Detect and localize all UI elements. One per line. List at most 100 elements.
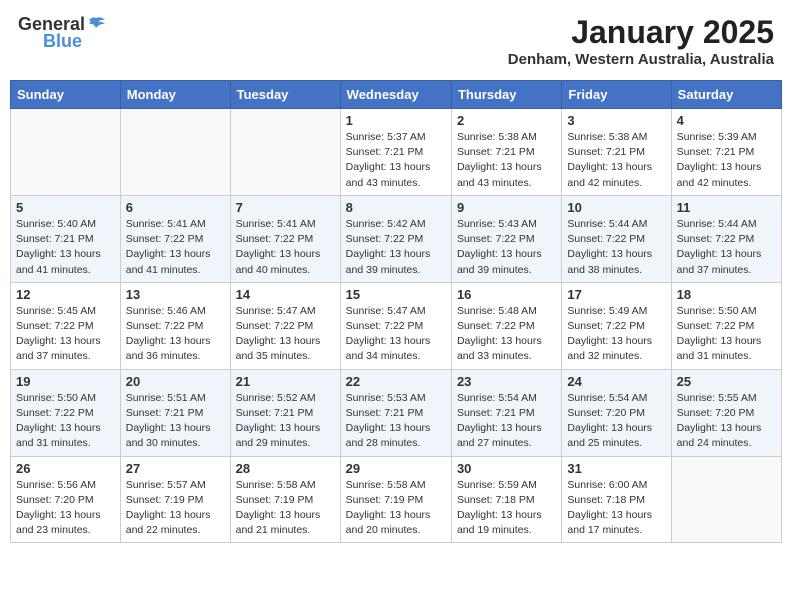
calendar-cell: 11Sunrise: 5:44 AM Sunset: 7:22 PM Dayli… (671, 195, 781, 282)
logo: General Blue (18, 14, 107, 52)
weekday-header-thursday: Thursday (451, 81, 561, 109)
day-number: 18 (677, 287, 776, 302)
day-info: Sunrise: 5:56 AM Sunset: 7:20 PM Dayligh… (16, 478, 115, 539)
day-info: Sunrise: 5:48 AM Sunset: 7:22 PM Dayligh… (457, 304, 556, 365)
weekday-header-wednesday: Wednesday (340, 81, 451, 109)
day-info: Sunrise: 5:55 AM Sunset: 7:20 PM Dayligh… (677, 391, 776, 452)
calendar-cell: 27 Sunrise: 5:57 AM Sunset: 7:19 PM Dayli… (120, 456, 230, 543)
day-info: Sunrise: 5:38 AM Sunset: 7:21 PM Dayligh… (567, 130, 665, 191)
calendar-cell (230, 109, 340, 196)
day-info: Sunrise: 5:52 AM Sunset: 7:21 PM Dayligh… (236, 391, 335, 452)
title-block: January 2025 Denham, Western Australia, … (508, 14, 774, 68)
weekday-header-sunday: Sunday (11, 81, 121, 109)
day-number: 12 (16, 287, 115, 302)
day-info: Sunrise: 5:58 AM Sunset: 7:19 PM Dayligh… (346, 478, 446, 539)
calendar-cell: 21 Sunrise: 5:52 AM Sunset: 7:21 PM Dayli… (230, 369, 340, 456)
calendar-cell: 28 Sunrise: 5:58 AM Sunset: 7:19 PM Dayli… (230, 456, 340, 543)
day-number: 10 (567, 200, 665, 215)
calendar-cell: 18 Sunrise: 5:50 AM Sunset: 7:22 PM Dayli… (671, 282, 781, 369)
day-number: 23 (457, 374, 556, 389)
calendar-week-row: 1Sunrise: 5:37 AM Sunset: 7:21 PM Daylig… (11, 109, 782, 196)
day-number: 19 (16, 374, 115, 389)
calendar-cell: 12 Sunrise: 5:45 AM Sunset: 7:22 PM Dayli… (11, 282, 121, 369)
logo-blue: Blue (43, 31, 82, 52)
calendar-cell: 13Sunrise: 5:46 AM Sunset: 7:22 PM Dayli… (120, 282, 230, 369)
calendar-cell: 8 Sunrise: 5:42 AM Sunset: 7:22 PM Daylig… (340, 195, 451, 282)
day-number: 11 (677, 200, 776, 215)
weekday-header-row: SundayMondayTuesdayWednesdayThursdayFrid… (11, 81, 782, 109)
day-number: 2 (457, 113, 556, 128)
weekday-header-saturday: Saturday (671, 81, 781, 109)
day-info: Sunrise: 5:41 AM Sunset: 7:22 PM Dayligh… (236, 217, 335, 278)
day-number: 8 (346, 200, 446, 215)
calendar-cell (11, 109, 121, 196)
day-number: 25 (677, 374, 776, 389)
day-info: Sunrise: 5:45 AM Sunset: 7:22 PM Dayligh… (16, 304, 115, 365)
day-info: Sunrise: 6:00 AM Sunset: 7:18 PM Dayligh… (567, 478, 665, 539)
day-number: 7 (236, 200, 335, 215)
weekday-header-friday: Friday (562, 81, 671, 109)
day-info: Sunrise: 5:40 AM Sunset: 7:21 PM Dayligh… (16, 217, 115, 278)
day-number: 28 (236, 461, 335, 476)
calendar-cell: 5 Sunrise: 5:40 AM Sunset: 7:21 PM Daylig… (11, 195, 121, 282)
day-number: 5 (16, 200, 115, 215)
page-header: General Blue January 2025 Denham, Wester… (10, 10, 782, 72)
calendar-cell: 25 Sunrise: 5:55 AM Sunset: 7:20 PM Dayli… (671, 369, 781, 456)
calendar-cell: 7 Sunrise: 5:41 AM Sunset: 7:22 PM Daylig… (230, 195, 340, 282)
day-number: 17 (567, 287, 665, 302)
calendar-cell: 31Sunrise: 6:00 AM Sunset: 7:18 PM Dayli… (562, 456, 671, 543)
calendar-cell: 15 Sunrise: 5:47 AM Sunset: 7:22 PM Dayli… (340, 282, 451, 369)
day-info: Sunrise: 5:57 AM Sunset: 7:19 PM Dayligh… (126, 478, 225, 539)
day-info: Sunrise: 5:54 AM Sunset: 7:21 PM Dayligh… (457, 391, 556, 452)
day-info: Sunrise: 5:47 AM Sunset: 7:22 PM Dayligh… (346, 304, 446, 365)
calendar-cell: 19Sunrise: 5:50 AM Sunset: 7:22 PM Dayli… (11, 369, 121, 456)
calendar-cell: 6 Sunrise: 5:41 AM Sunset: 7:22 PM Daylig… (120, 195, 230, 282)
calendar-location: Denham, Western Australia, Australia (508, 51, 774, 68)
calendar-week-row: 26 Sunrise: 5:56 AM Sunset: 7:20 PM Dayli… (11, 456, 782, 543)
calendar-cell: 22Sunrise: 5:53 AM Sunset: 7:21 PM Dayli… (340, 369, 451, 456)
calendar-cell: 30 Sunrise: 5:59 AM Sunset: 7:18 PM Dayli… (451, 456, 561, 543)
day-info: Sunrise: 5:59 AM Sunset: 7:18 PM Dayligh… (457, 478, 556, 539)
calendar-cell: 10Sunrise: 5:44 AM Sunset: 7:22 PM Dayli… (562, 195, 671, 282)
day-info: Sunrise: 5:58 AM Sunset: 7:19 PM Dayligh… (236, 478, 335, 539)
calendar-week-row: 12 Sunrise: 5:45 AM Sunset: 7:22 PM Dayli… (11, 282, 782, 369)
day-info: Sunrise: 5:51 AM Sunset: 7:21 PM Dayligh… (126, 391, 225, 452)
calendar-cell: 17 Sunrise: 5:49 AM Sunset: 7:22 PM Dayli… (562, 282, 671, 369)
calendar-cell (671, 456, 781, 543)
day-number: 26 (16, 461, 115, 476)
calendar-cell: 1Sunrise: 5:37 AM Sunset: 7:21 PM Daylig… (340, 109, 451, 196)
day-info: Sunrise: 5:42 AM Sunset: 7:22 PM Dayligh… (346, 217, 446, 278)
day-number: 16 (457, 287, 556, 302)
day-info: Sunrise: 5:37 AM Sunset: 7:21 PM Dayligh… (346, 130, 446, 191)
day-number: 4 (677, 113, 776, 128)
calendar-title: January 2025 (508, 14, 774, 51)
day-number: 29 (346, 461, 446, 476)
day-info: Sunrise: 5:41 AM Sunset: 7:22 PM Dayligh… (126, 217, 225, 278)
day-number: 6 (126, 200, 225, 215)
calendar-cell (120, 109, 230, 196)
calendar-week-row: 5 Sunrise: 5:40 AM Sunset: 7:21 PM Daylig… (11, 195, 782, 282)
day-number: 21 (236, 374, 335, 389)
calendar-cell: 24 Sunrise: 5:54 AM Sunset: 7:20 PM Dayli… (562, 369, 671, 456)
logo-bird-icon (85, 16, 107, 34)
calendar-cell: 9Sunrise: 5:43 AM Sunset: 7:22 PM Daylig… (451, 195, 561, 282)
calendar-cell: 23 Sunrise: 5:54 AM Sunset: 7:21 PM Dayli… (451, 369, 561, 456)
day-number: 30 (457, 461, 556, 476)
day-info: Sunrise: 5:49 AM Sunset: 7:22 PM Dayligh… (567, 304, 665, 365)
day-number: 15 (346, 287, 446, 302)
calendar-week-row: 19Sunrise: 5:50 AM Sunset: 7:22 PM Dayli… (11, 369, 782, 456)
calendar-table: SundayMondayTuesdayWednesdayThursdayFrid… (10, 80, 782, 543)
calendar-cell: 14Sunrise: 5:47 AM Sunset: 7:22 PM Dayli… (230, 282, 340, 369)
calendar-cell: 26 Sunrise: 5:56 AM Sunset: 7:20 PM Dayli… (11, 456, 121, 543)
calendar-cell: 20 Sunrise: 5:51 AM Sunset: 7:21 PM Dayli… (120, 369, 230, 456)
calendar-cell: 4Sunrise: 5:39 AM Sunset: 7:21 PM Daylig… (671, 109, 781, 196)
day-info: Sunrise: 5:54 AM Sunset: 7:20 PM Dayligh… (567, 391, 665, 452)
calendar-cell: 16 Sunrise: 5:48 AM Sunset: 7:22 PM Dayli… (451, 282, 561, 369)
day-number: 24 (567, 374, 665, 389)
calendar-cell: 3Sunrise: 5:38 AM Sunset: 7:21 PM Daylig… (562, 109, 671, 196)
day-info: Sunrise: 5:43 AM Sunset: 7:22 PM Dayligh… (457, 217, 556, 278)
day-info: Sunrise: 5:50 AM Sunset: 7:22 PM Dayligh… (677, 304, 776, 365)
calendar-cell: 2Sunrise: 5:38 AM Sunset: 7:21 PM Daylig… (451, 109, 561, 196)
day-number: 27 (126, 461, 225, 476)
day-number: 20 (126, 374, 225, 389)
